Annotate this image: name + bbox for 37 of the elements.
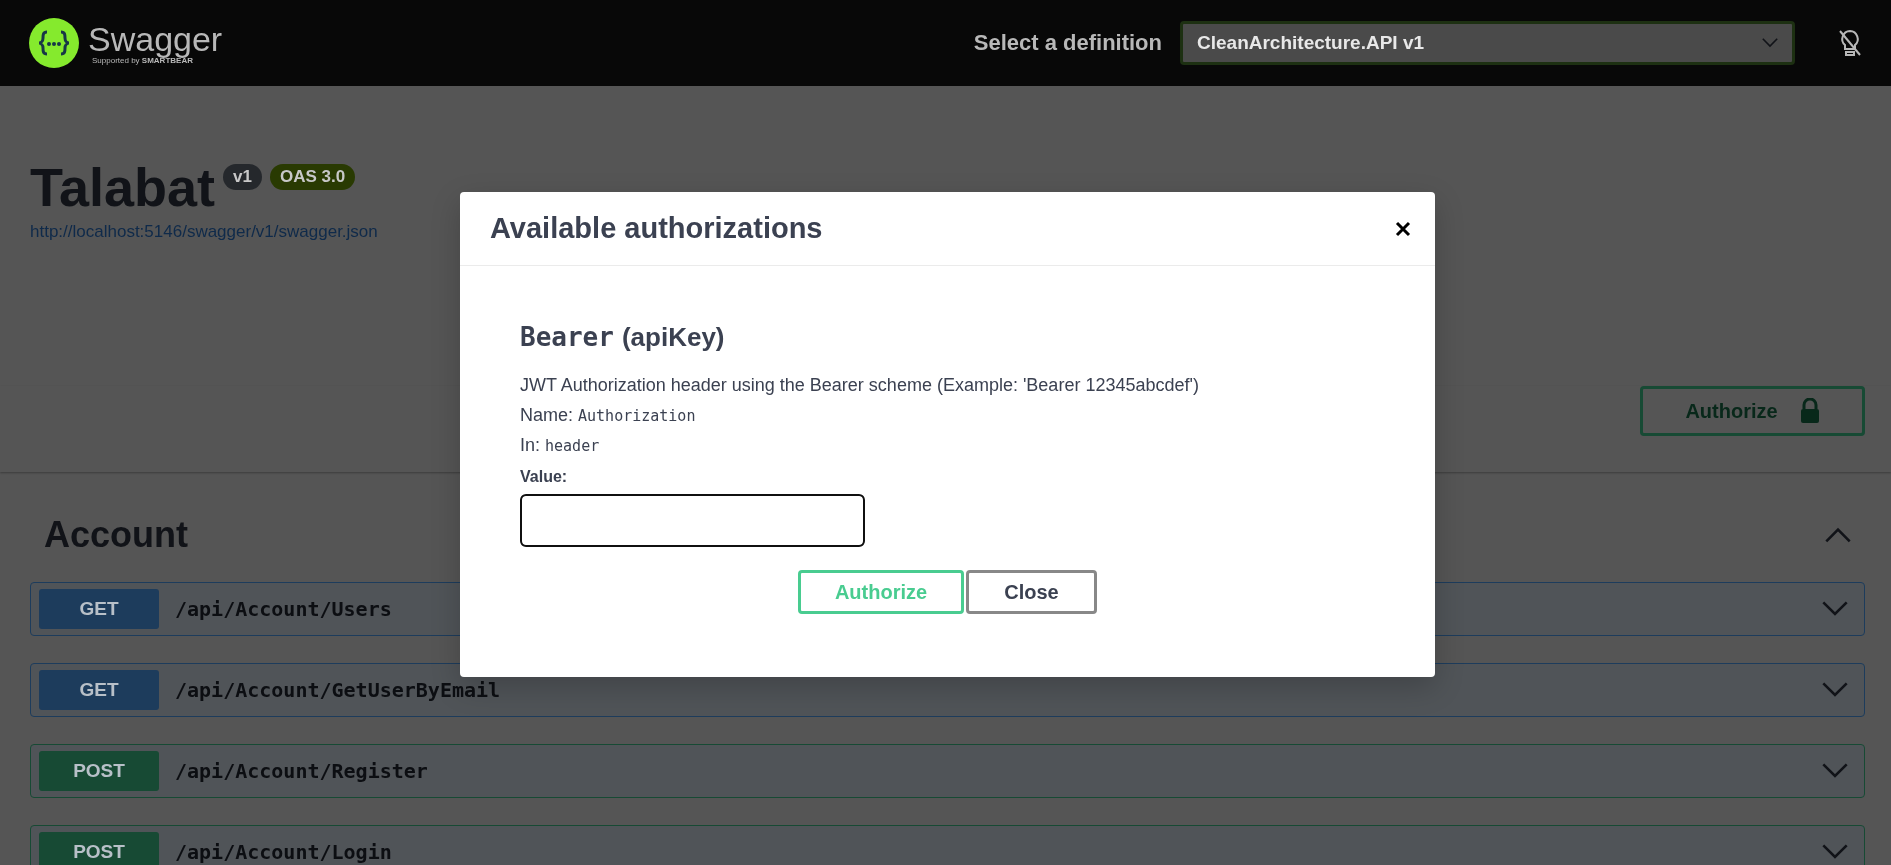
version-badge: v1 [223,164,262,190]
definition-label: Select a definition [973,30,1162,56]
version-badge: OAS 3.0 [269,164,356,190]
logo-text: Swagger [88,21,223,56]
chevron-down-icon[interactable] [1822,682,1848,698]
close-button[interactable]: Close [966,570,1097,614]
name-value: Authorization [578,407,696,425]
api-title: Talabat [30,156,216,218]
in-value: header [545,437,600,455]
method-badge: POST [39,832,159,865]
scheme-type: (apiKey) [621,322,725,353]
name-label: Name: [520,405,573,426]
endpoint-path: /api/Account/Register [175,759,428,783]
chevron-up-icon[interactable] [1825,527,1851,543]
operation-row[interactable]: POST /api/Account/Login [30,825,1865,865]
method-badge: GET [39,589,159,629]
definition-select[interactable]: CleanArchitecture.API v1 [1180,21,1795,65]
bulb-off-icon[interactable] [1837,29,1863,57]
scheme-description: JWT Authorization header using the Bearer scheme (Example: 'Bearer 12345abcdef') [520,375,1199,396]
endpoint-path: /api/Account/GetUserByEmail [175,678,501,702]
value-input[interactable] [520,494,865,547]
close-icon[interactable] [1395,220,1411,237]
operation-row[interactable]: POST /api/Account/Register [30,744,1865,798]
endpoint-path: /api/Account/Login [175,840,392,864]
method-badge: GET [39,670,159,710]
in-label: In: [520,435,540,456]
lock-icon [1799,398,1820,424]
endpoint-path: /api/Account/Users [175,597,392,621]
value-label: Value: [520,468,569,486]
chevron-down-icon[interactable] [1822,601,1848,617]
chevron-down-icon[interactable] [1762,38,1778,48]
chevron-down-icon[interactable] [1822,844,1848,860]
scheme-name: Bearer [520,322,614,352]
method-badge: POST [39,751,159,791]
dialog-title: Available authorizations [490,212,823,245]
logo-icon [28,17,80,69]
chevron-down-icon[interactable] [1822,763,1848,779]
